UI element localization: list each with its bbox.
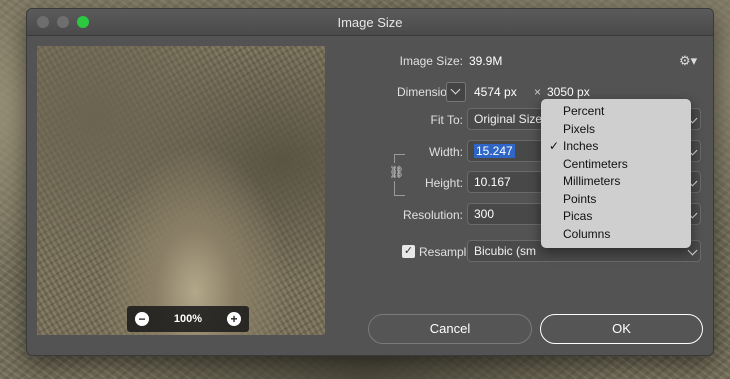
menu-item-percent[interactable]: Percent [541,103,691,121]
cancel-button[interactable]: Cancel [368,314,532,344]
zoom-bar: − 100% + [127,306,249,332]
resample-checkbox[interactable]: ✓ [402,245,415,258]
image-size-value: 39.9M [469,54,503,68]
zoom-in-button[interactable]: + [226,312,241,326]
resolution-input[interactable]: 300 [467,203,547,225]
menu-item-points[interactable]: Points [541,191,691,209]
dimensions-unit-toggle[interactable] [446,82,466,102]
height-value: 10.167 [474,175,511,189]
title-bar: Image Size [27,9,713,36]
height-input[interactable]: 10.167 [467,171,547,193]
window-title: Image Size [337,15,403,30]
chevron-down-icon [687,245,698,256]
menu-item-centimeters[interactable]: Centimeters [541,156,691,174]
image-preview[interactable]: − 100% + [37,46,325,335]
width-input[interactable]: 15.247 [467,140,547,162]
fit-to-value: Original Size [474,112,543,126]
height-label: Height: [424,176,463,190]
checkmark-icon: ✓ [549,139,560,153]
menu-item-pixels[interactable]: Pixels [541,121,691,139]
menu-item-picas[interactable]: Picas [541,208,691,226]
gear-icon[interactable]: ⚙▾ [679,53,697,69]
dimensions-width: 4574 px [474,85,517,99]
menu-item-columns[interactable]: Columns [541,226,691,244]
unit-dropdown-menu: Percent Pixels ✓ Inches Centimeters Milli… [541,99,691,248]
resolution-value: 300 [474,207,495,221]
menu-item-inches[interactable]: ✓ Inches [541,138,691,156]
menu-item-millimeters[interactable]: Millimeters [541,173,691,191]
dimensions-times: × [534,85,542,99]
resolution-label: Resolution: [402,208,463,222]
dimensions-height: 3050 px [547,85,590,99]
zoom-level: 100% [173,313,203,325]
fit-to-label: Fit To: [430,113,463,127]
zoom-out-button[interactable]: − [135,312,149,326]
image-size-label: Image Size: [399,54,463,68]
width-label: Width: [428,145,463,159]
resample-value: Bicubic (sm [474,244,537,258]
ok-button[interactable]: OK [540,314,703,344]
width-value: 15.247 [474,144,515,158]
